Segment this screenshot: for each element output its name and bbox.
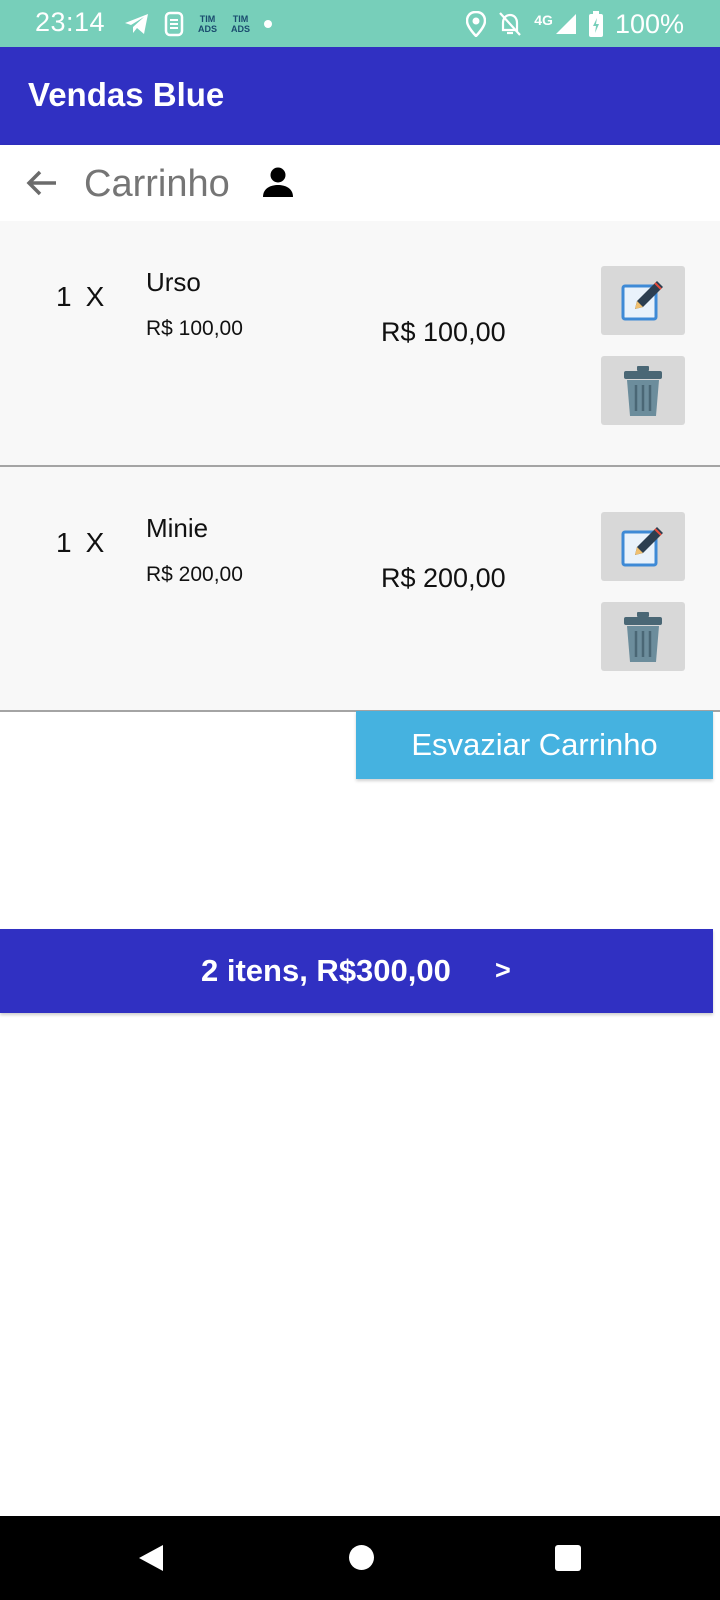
- app-title: Vendas Blue: [28, 76, 225, 113]
- item-unit-price: R$ 200,00: [146, 563, 243, 586]
- delete-item-button[interactable]: [601, 356, 685, 425]
- location-icon: [466, 11, 487, 37]
- carrier-1-line-1: TIM: [199, 14, 216, 24]
- carrier-1-icon: TIM ADS: [198, 14, 217, 34]
- quantity-value: 1: [56, 281, 72, 312]
- network-type: 4G: [534, 12, 553, 28]
- nav-home-icon[interactable]: [349, 1545, 374, 1570]
- item-quantity: 1X: [56, 281, 104, 313]
- app-bar: Vendas Blue: [0, 47, 720, 145]
- edit-icon: [621, 280, 663, 320]
- system-nav-bar: [0, 1516, 720, 1600]
- person-icon[interactable]: [261, 165, 295, 199]
- status-time: 23:14: [35, 7, 106, 37]
- page-title: Carrinho: [84, 163, 230, 205]
- status-notifications: TIM ADS TIM ADS: [124, 9, 273, 39]
- item-unit-price: R$ 100,00: [146, 317, 243, 340]
- sim-icon: [164, 11, 184, 37]
- cart-list: 1X Urso R$ 100,00 R$ 100,00 1X Minie R$ …: [0, 221, 720, 712]
- cart-summary-text: 2 itens, R$300,00: [201, 953, 451, 988]
- trash-icon: [624, 611, 662, 662]
- empty-cart-button[interactable]: Esvaziar Carrinho: [356, 711, 713, 779]
- signal-icon: [555, 14, 576, 34]
- delete-item-button[interactable]: [601, 602, 685, 671]
- carrier-2-line-2: ADS: [231, 24, 251, 34]
- edit-item-button[interactable]: [601, 512, 685, 581]
- status-system-icons: 4G 100%: [466, 8, 684, 40]
- bell-off-icon: [499, 12, 522, 36]
- carrier-2-icon: TIM ADS: [231, 14, 250, 34]
- more-notifications-dot-icon: [264, 20, 273, 28]
- carrier-1-line-2: ADS: [198, 24, 218, 34]
- nav-back-icon[interactable]: [137, 1543, 165, 1573]
- battery-percent: 100%: [614, 8, 684, 39]
- quantity-value: 1: [56, 527, 72, 558]
- item-total-price: R$ 100,00: [381, 317, 506, 347]
- edit-item-button[interactable]: [601, 266, 685, 335]
- back-arrow-icon[interactable]: [24, 165, 60, 201]
- telegram-icon: [125, 14, 148, 34]
- trash-icon: [624, 365, 662, 416]
- cart-item: 1X Urso R$ 100,00 R$ 100,00: [0, 221, 720, 467]
- quantity-multiplier: X: [85, 527, 105, 558]
- checkout-summary-button[interactable]: 2 itens, R$300,00 >: [0, 929, 713, 1013]
- item-quantity: 1X: [56, 527, 104, 559]
- forward-arrow-icon: >: [495, 955, 511, 985]
- nav-recents-icon[interactable]: [555, 1545, 581, 1571]
- item-name: Urso: [146, 267, 201, 297]
- toolbar: Carrinho: [0, 145, 720, 221]
- item-total-price: R$ 200,00: [381, 563, 506, 593]
- battery-icon: [588, 11, 603, 37]
- carrier-2-line-1: TIM: [232, 14, 249, 24]
- network-indicator: 4G: [534, 12, 577, 36]
- item-name: Minie: [146, 513, 209, 543]
- cart-item: 1X Minie R$ 200,00 R$ 200,00: [0, 467, 720, 712]
- edit-icon: [621, 526, 663, 566]
- quantity-multiplier: X: [85, 281, 105, 312]
- status-bar: 23:14 TIM ADS TIM ADS 4G 100%: [0, 0, 720, 47]
